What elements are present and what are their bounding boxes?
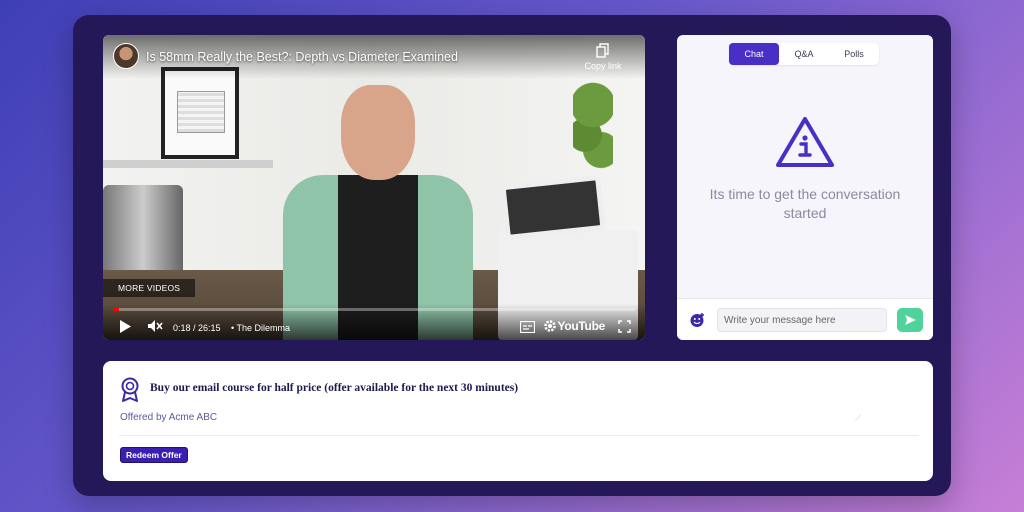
emoji-icon[interactable] xyxy=(689,312,705,328)
video-progress-bar[interactable] xyxy=(113,308,635,311)
warning-icon xyxy=(776,117,834,167)
tab-qa[interactable]: Q&A xyxy=(779,43,829,65)
award-icon xyxy=(121,377,139,402)
mute-button[interactable] xyxy=(147,319,163,333)
chat-message-input[interactable] xyxy=(717,308,887,332)
fullscreen-button[interactable] xyxy=(618,320,631,333)
video-chapter[interactable]: • The Dilemma xyxy=(231,323,290,333)
redeem-offer-button[interactable]: Redeem Offer xyxy=(120,447,188,463)
offer-title: Buy our email course for half price (off… xyxy=(150,382,519,394)
video-plant xyxy=(573,75,613,175)
tab-polls[interactable]: Polls xyxy=(829,43,879,65)
more-videos-button[interactable]: MORE VIDEOS xyxy=(103,279,196,297)
settings-button[interactable] xyxy=(543,319,557,333)
play-button[interactable] xyxy=(119,320,131,333)
copy-link-button[interactable]: Copy link xyxy=(575,43,631,71)
channel-avatar[interactable] xyxy=(113,43,139,69)
chat-composer xyxy=(677,298,933,340)
offer-divider xyxy=(119,435,919,436)
chat-panel: Chat Q&A Polls Its time to get the conve… xyxy=(677,35,933,340)
copy-link-label: Copy link xyxy=(584,61,622,71)
video-tablet xyxy=(500,174,606,241)
resize-handle-icon: ⟋ xyxy=(855,413,862,423)
offer-provider: Offered by Acme ABC xyxy=(120,412,218,423)
send-button[interactable] xyxy=(897,308,923,332)
mute-icon xyxy=(148,320,163,332)
send-icon xyxy=(904,315,916,325)
video-shelf xyxy=(103,160,273,168)
play-icon xyxy=(120,320,131,333)
youtube-logo[interactable]: YouTube xyxy=(558,319,606,333)
offer-card: Buy our email course for half price (off… xyxy=(103,361,933,481)
captions-icon xyxy=(520,321,535,333)
copy-icon xyxy=(596,43,609,58)
video-progress-fill xyxy=(113,308,119,311)
video-wall-picture xyxy=(161,67,239,159)
chat-empty-message: Its time to get the conversation started xyxy=(709,186,901,221)
chat-tabs: Chat Q&A Polls xyxy=(729,43,879,65)
video-title[interactable]: Is 58mm Really the Best?: Depth vs Diame… xyxy=(146,50,458,64)
settings-icon xyxy=(544,320,556,332)
captions-button[interactable] xyxy=(520,321,535,333)
video-player[interactable]: Is 58mm Really the Best?: Depth vs Diame… xyxy=(103,35,645,340)
tab-chat[interactable]: Chat xyxy=(729,43,779,65)
video-presenter xyxy=(263,75,493,340)
fullscreen-icon xyxy=(618,320,631,333)
video-time: 0:18 / 26:15 xyxy=(173,323,221,333)
